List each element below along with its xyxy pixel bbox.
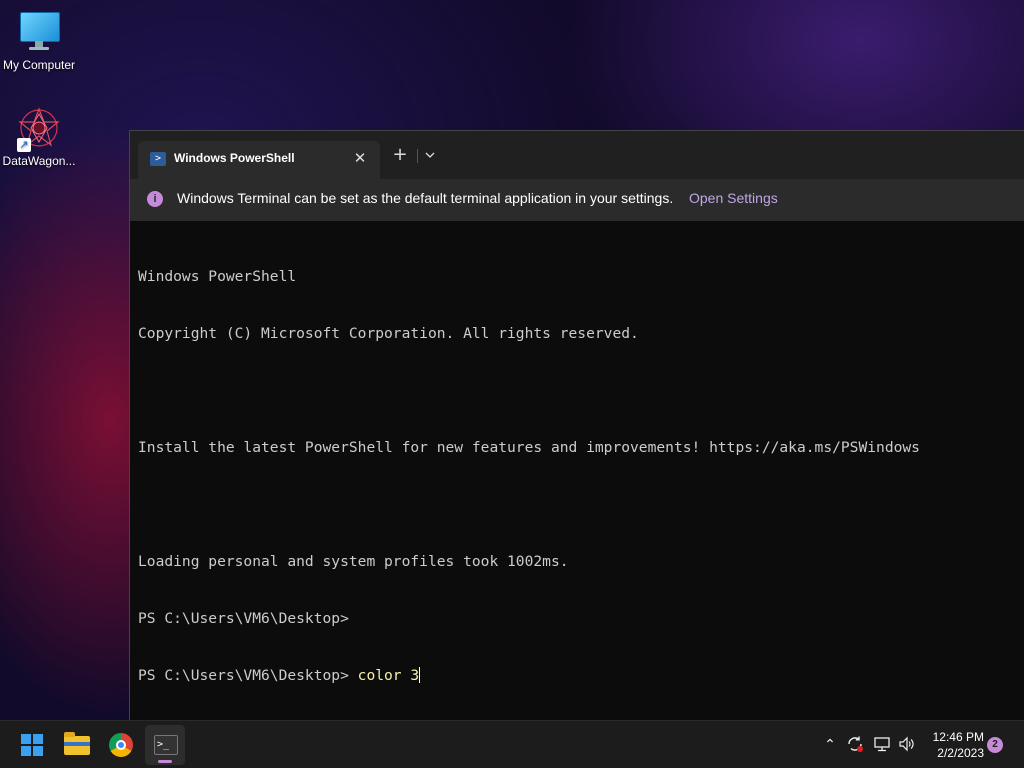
console-input-line[interactable]: PS C:\Users\VM6\Desktop> color 3 xyxy=(138,666,1024,685)
tab-windows-powershell[interactable]: > Windows PowerShell ✕ xyxy=(138,141,380,179)
console-line: Install the latest PowerShell for new fe… xyxy=(138,439,920,456)
infobar-message: Windows Terminal can be set as the defau… xyxy=(177,190,674,206)
console-command: color 3 xyxy=(357,667,420,684)
close-tab-icon[interactable]: ✕ xyxy=(350,149,370,167)
network-icon[interactable] xyxy=(872,735,892,755)
tab-title: Windows PowerShell xyxy=(174,151,295,165)
info-icon: i xyxy=(147,191,163,207)
default-terminal-infobar: i Windows Terminal can be set as the def… xyxy=(130,179,1024,221)
console-line: PS C:\Users\VM6\Desktop> xyxy=(138,610,349,627)
notification-badge[interactable]: 2 xyxy=(987,737,1003,753)
taskbar: >_ ⌃ 12:46 PM 2/2/2023 2 xyxy=(0,720,1024,768)
clock-time: 12:46 PM xyxy=(932,730,984,744)
show-hidden-icons-chevron[interactable]: ⌃ xyxy=(820,735,840,755)
console-line: Loading personal and system profiles too… xyxy=(138,553,569,570)
console-line: Windows PowerShell xyxy=(138,268,297,285)
clock[interactable]: 12:46 PM 2/2/2023 xyxy=(926,729,984,761)
chevron-down-icon[interactable] xyxy=(422,147,438,163)
text-cursor xyxy=(419,667,421,683)
open-settings-link[interactable]: Open Settings xyxy=(689,190,778,206)
volume-icon[interactable] xyxy=(897,735,917,755)
start-button[interactable] xyxy=(12,725,52,765)
sync-icon[interactable] xyxy=(845,735,865,755)
tab-bar: > Windows PowerShell ✕ + xyxy=(130,131,1024,179)
desktop-icon-datawagon[interactable]: ↗ DataWagon... xyxy=(0,106,78,168)
desktop-icon-label: DataWagon... xyxy=(2,154,76,168)
terminal-icon: >_ xyxy=(154,735,178,755)
clock-date: 2/2/2023 xyxy=(937,746,984,760)
terminal-window[interactable]: > Windows PowerShell ✕ + i Windows Termi… xyxy=(129,130,1024,721)
active-app-indicator xyxy=(158,760,172,763)
folder-icon xyxy=(64,732,90,755)
terminal-taskbar-button[interactable]: >_ xyxy=(145,725,185,765)
file-explorer-button[interactable] xyxy=(57,725,97,765)
console-output[interactable]: Windows PowerShell Copyright (C) Microso… xyxy=(138,229,1024,721)
tab-separator xyxy=(417,149,418,163)
windows-logo-icon xyxy=(21,734,43,756)
new-tab-button[interactable]: + xyxy=(388,145,412,165)
datawagon-icon: ↗ xyxy=(17,106,61,152)
chrome-button[interactable] xyxy=(101,725,141,765)
desktop-icon-label: My Computer xyxy=(2,58,76,72)
chrome-icon xyxy=(109,733,133,757)
powershell-icon: > xyxy=(150,152,166,166)
console-prompt: PS C:\Users\VM6\Desktop> xyxy=(138,667,358,684)
console-line: Copyright (C) Microsoft Corporation. All… xyxy=(138,325,639,342)
monitor-icon xyxy=(17,10,61,54)
shortcut-arrow-icon: ↗ xyxy=(17,138,31,152)
desktop-icon-my-computer[interactable]: My Computer xyxy=(0,10,78,72)
